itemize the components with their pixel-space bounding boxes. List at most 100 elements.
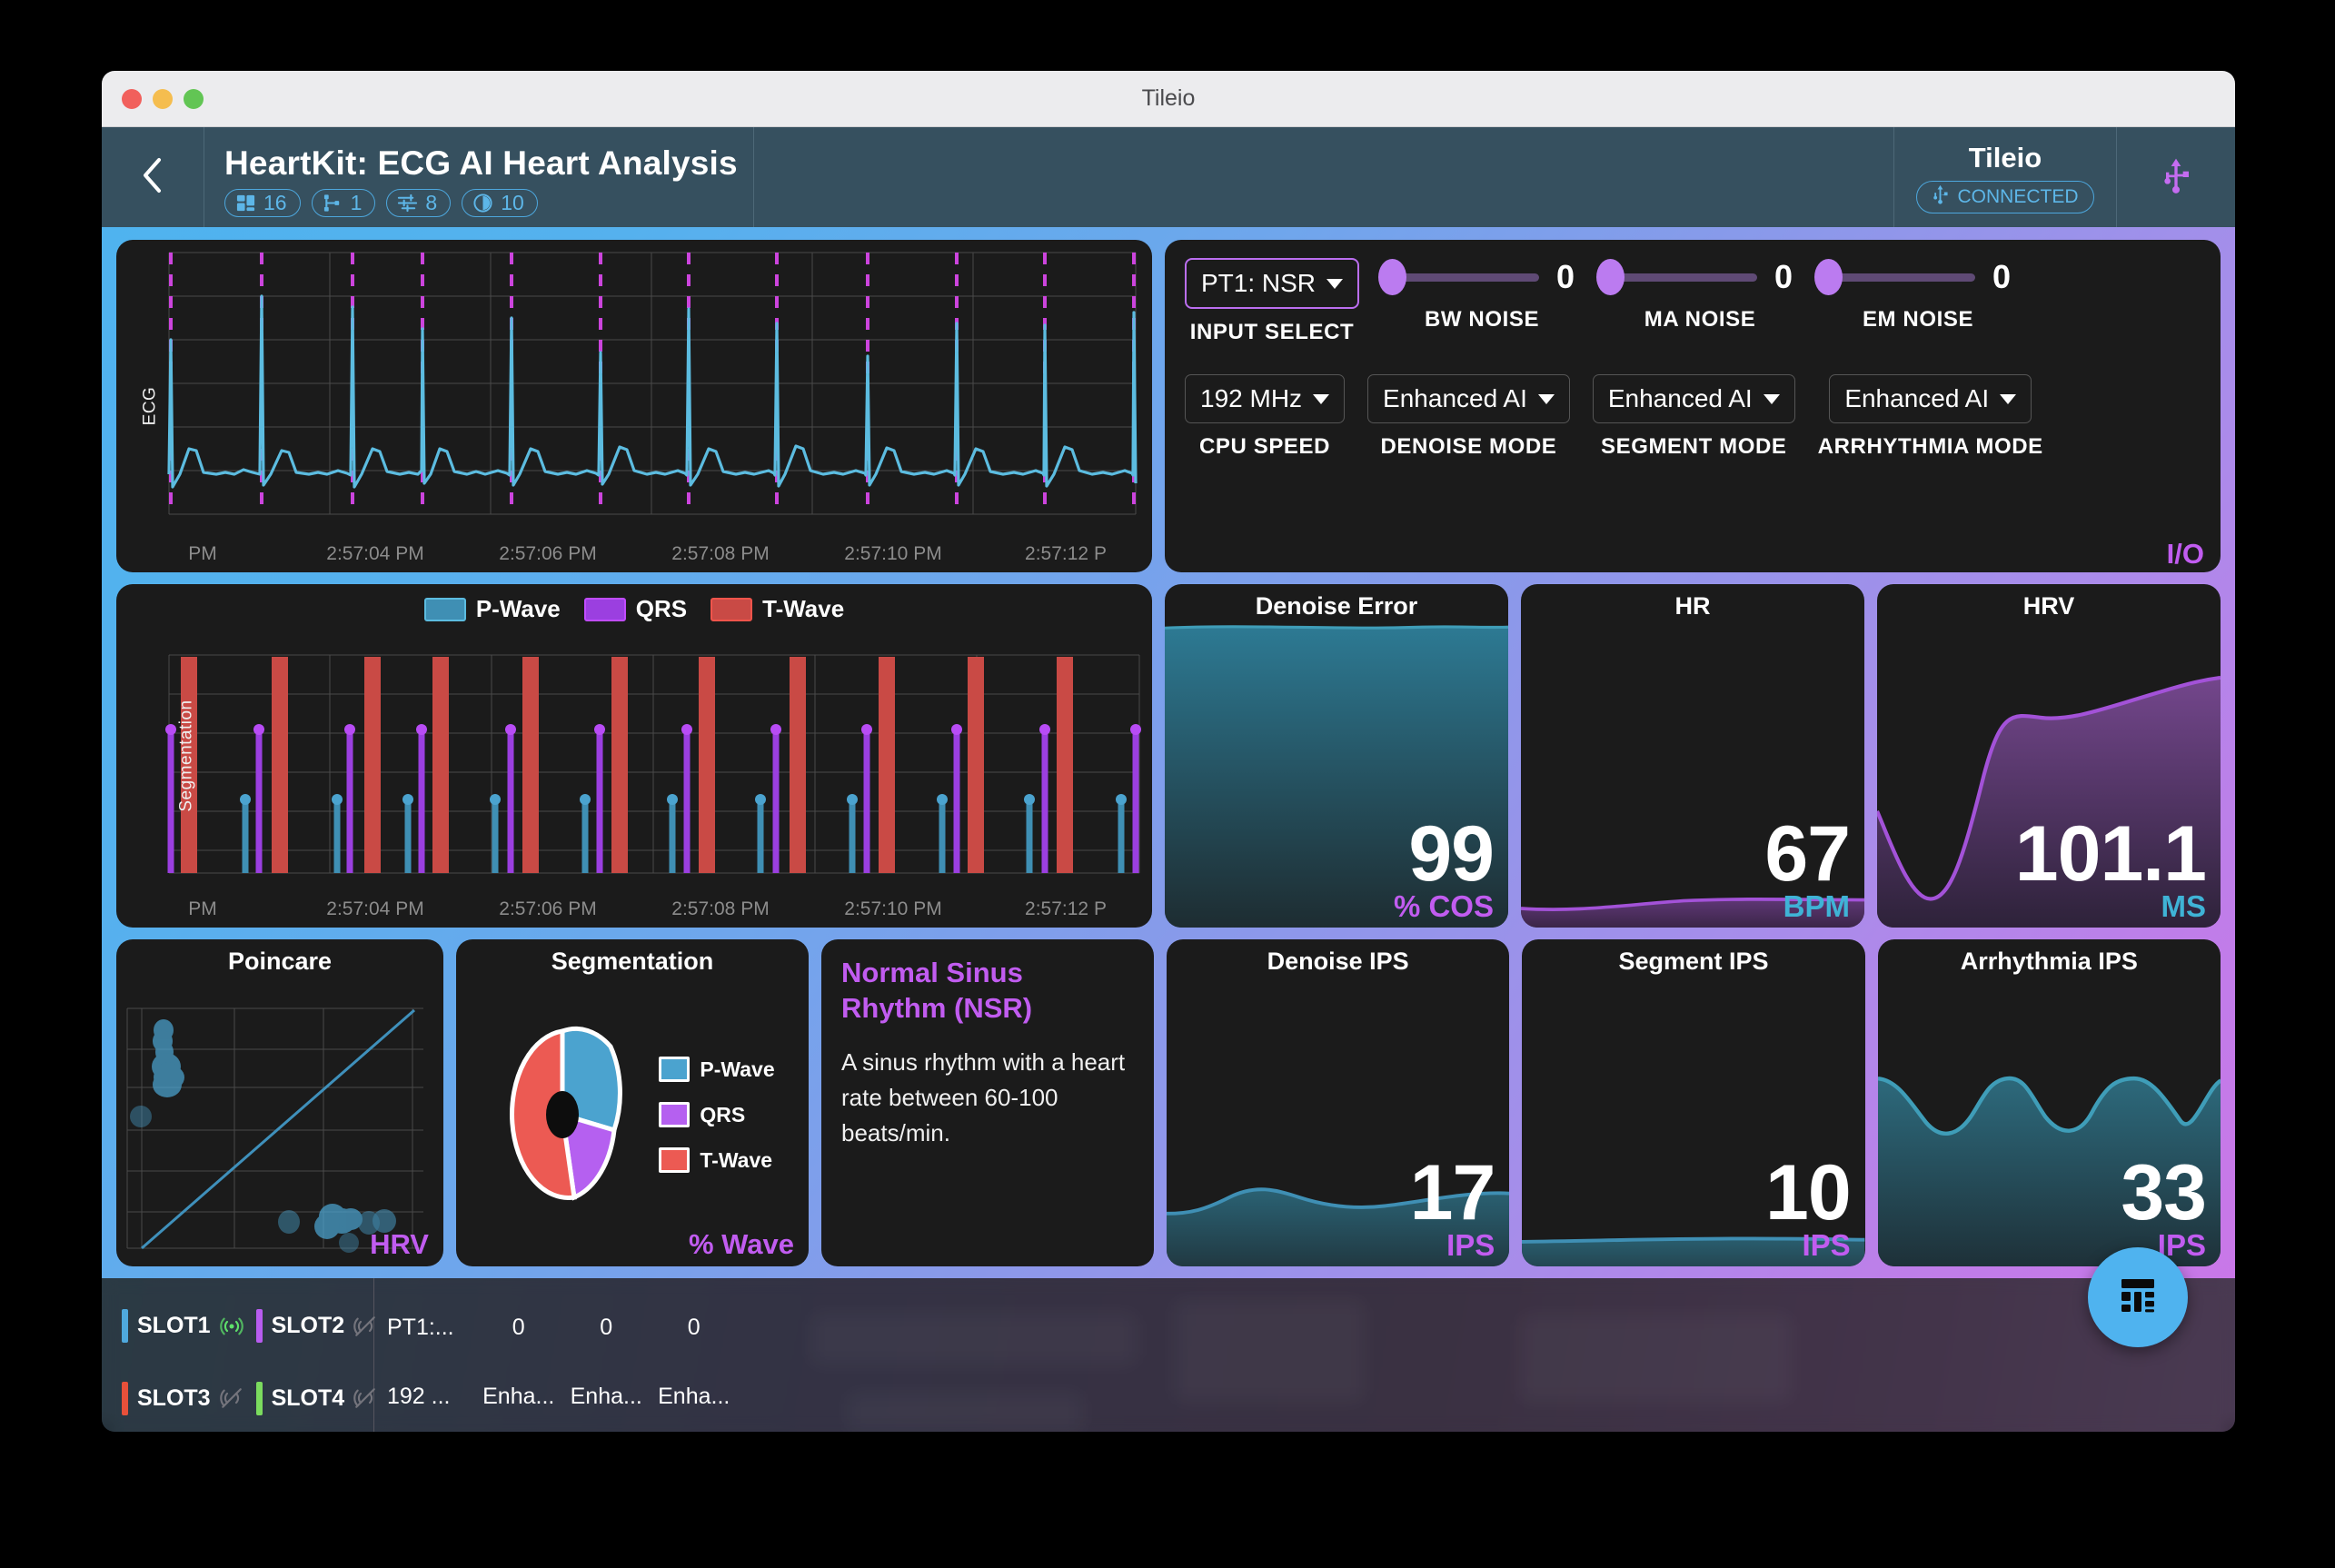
back-button[interactable] [102, 127, 204, 227]
em-noise-label: EM NOISE [1862, 307, 1974, 332]
slot-color-bar [255, 1309, 263, 1344]
dashboard-icon [235, 193, 256, 213]
ma-noise-knob[interactable] [1596, 259, 1625, 295]
usb-icon [1932, 184, 1949, 210]
pie-legend-label-t-wave: T-Wave [700, 1147, 773, 1172]
cpu-speed-label: CPU SPEED [1198, 434, 1331, 459]
denoise-mode-group: Enhanced AI DENOISE MODE [1367, 374, 1570, 460]
poincare-tag: HRV [370, 1228, 429, 1260]
slot-item-3[interactable]: SLOT3 [122, 1365, 243, 1433]
denoise-mode-label: DENOISE MODE [1380, 434, 1557, 459]
bw-noise-group: 0 BW NOISE [1378, 258, 1577, 332]
app-header: HeartKit: ECG AI Heart Analysis 16 1 8 1… [102, 127, 2235, 227]
diagnosis-card[interactable]: Normal Sinus Rhythm (NSR) A sinus rhythm… [821, 939, 1154, 1266]
slot-item-2[interactable]: SLOT2 [255, 1293, 378, 1360]
em-noise-slider[interactable] [1814, 259, 1976, 295]
slot-list: SLOT1 SLOT2 SLOT3 SLOT4 [102, 1278, 375, 1433]
minimize-button[interactable] [153, 88, 173, 109]
page-title: HeartKit: ECG AI Heart Analysis [224, 144, 738, 182]
segmentation-xtick: 2:57:10 PM [844, 898, 942, 919]
dashboard-row-1: ECG PM 2:57:04 PM 2:57:06 PM 2:57:08 PM … [116, 240, 2221, 572]
segment-mode-group: Enhanced AI SEGMENT MODE [1592, 374, 1795, 460]
bw-noise-label: BW NOISE [1424, 307, 1540, 332]
poincare-title: Poincare [227, 948, 333, 975]
hrv-title: HRV [2022, 592, 2075, 620]
ma-noise-label: MA NOISE [1644, 307, 1756, 332]
legend-swatch-p-wave [423, 597, 466, 621]
legend-label-t-wave: T-Wave [762, 595, 845, 622]
em-noise-knob[interactable] [1814, 259, 1843, 295]
denoise-error-card[interactable]: Denoise Error 99 % COS [1165, 584, 1508, 928]
denoise-ips-card[interactable]: Denoise IPS 17 IPS [1167, 939, 1510, 1266]
diagnosis-title: Normal Sinus Rhythm (NSR) [841, 957, 1033, 1024]
arrhythmia-ips-value: 33 [2121, 1148, 2207, 1236]
io-panel: PT1: NSR INPUT SELECT 0 BW NOISE 0 MA NO… [1165, 240, 2221, 572]
pie-legend-swatch-qrs [659, 1102, 691, 1127]
badge-sliders[interactable]: 8 [386, 189, 452, 218]
sitemap-icon [323, 193, 343, 213]
pie-legend-swatch-p-wave [659, 1057, 691, 1082]
badge-clock-value: 10 [501, 191, 524, 215]
bb-value-em: 0 [687, 1314, 700, 1340]
input-select-group: PT1: NSR INPUT SELECT [1185, 258, 1360, 345]
legend-item-p-wave: P-Wave [423, 595, 561, 623]
badge-nodes[interactable]: 1 [311, 189, 376, 218]
segmentation-xtick: 2:57:06 PM [499, 898, 597, 919]
hr-card[interactable]: HR 67 BPM [1521, 584, 1864, 928]
maximize-button[interactable] [184, 88, 204, 109]
denoise-error-unit: % COS [1393, 889, 1494, 923]
traffic-lights [122, 88, 204, 109]
chevron-left-icon [139, 156, 166, 199]
input-select-dropdown[interactable]: PT1: NSR [1185, 258, 1360, 309]
bw-noise-value: 0 [1556, 258, 1575, 295]
bb-value-ma: 0 [600, 1314, 613, 1340]
usb-button[interactable] [2117, 127, 2235, 227]
layout-toggle-fab[interactable] [2088, 1247, 2188, 1347]
segment-mode-dropdown[interactable]: Enhanced AI [1592, 374, 1795, 423]
bw-noise-knob[interactable] [1378, 259, 1407, 295]
ecg-chart-card[interactable]: ECG PM 2:57:04 PM 2:57:06 PM 2:57:08 PM … [116, 240, 1152, 572]
ma-noise-slider[interactable] [1596, 259, 1758, 295]
segmentation-axis-label: Segmentation [176, 700, 196, 812]
device-name: Tileio [1968, 141, 2042, 174]
segmentation-pie-chart [510, 1026, 623, 1201]
slot-label: SLOT1 [137, 1313, 211, 1339]
hr-value: 67 [1764, 809, 1851, 898]
bw-noise-slider[interactable] [1378, 259, 1540, 295]
dashboard-row-3: Poincare HRV Segmentation P-Wave QRS T-W… [116, 939, 2221, 1266]
status-badge[interactable]: CONNECTED [1916, 180, 2094, 213]
hrv-value: 101.1 [2014, 809, 2207, 898]
segmentation-xticks: PM 2:57:04 PM 2:57:06 PM 2:57:08 PM 2:57… [116, 898, 1152, 920]
segmentation-chart-card[interactable]: P-Wave QRS T-Wave Segmentation PM 2:57:0… [116, 584, 1152, 928]
denoise-mode-dropdown[interactable]: Enhanced AI [1367, 374, 1570, 423]
ma-noise-value: 0 [1774, 258, 1793, 295]
ma-noise-group: 0 MA NOISE [1596, 258, 1795, 332]
pie-legend-swatch-t-wave [659, 1147, 691, 1173]
cpu-speed-dropdown[interactable]: 192 MHz [1185, 374, 1346, 423]
segment-ips-card[interactable]: Segment IPS 10 IPS [1522, 939, 1865, 1266]
status-badge-label: CONNECTED [1957, 185, 2079, 207]
cpu-speed-group: 192 MHz CPU SPEED [1185, 374, 1346, 460]
bb-value-segment: Enha... [570, 1384, 642, 1410]
sliders-icon [397, 193, 418, 213]
segmentation-xtick: 2:57:08 PM [671, 898, 770, 919]
badge-tiles[interactable]: 16 [224, 189, 301, 218]
slot-color-bar [122, 1309, 128, 1344]
chevron-down-icon [1537, 393, 1555, 404]
bb-value-bw: 0 [512, 1314, 525, 1340]
badge-nodes-value: 1 [350, 191, 363, 215]
badge-clock[interactable]: 10 [462, 189, 538, 218]
denoise-ips-title: Denoise IPS [1267, 948, 1409, 975]
segmentation-pie-card[interactable]: Segmentation P-Wave QRS T-Wave % Wave [456, 939, 809, 1266]
pie-legend-item-p-wave: P-Wave [659, 1057, 775, 1082]
arrhythmia-mode-label: ARRHYTHMIA MODE [1817, 434, 2043, 459]
arrhythmia-ips-card[interactable]: Arrhythmia IPS 33 IPS [1877, 939, 2221, 1266]
ecg-xtick: 2:57:08 PM [671, 543, 770, 564]
slot-item-1[interactable]: SLOT1 [122, 1293, 243, 1360]
arrhythmia-mode-dropdown[interactable]: Enhanced AI [1829, 374, 2032, 423]
poincare-card[interactable]: Poincare HRV [116, 939, 443, 1266]
slot-item-4[interactable]: SLOT4 [255, 1365, 378, 1433]
hrv-card[interactable]: HRV 101.1 MS [1877, 584, 2221, 928]
ecg-axis-label: ECG [140, 386, 160, 426]
close-button[interactable] [122, 88, 142, 109]
